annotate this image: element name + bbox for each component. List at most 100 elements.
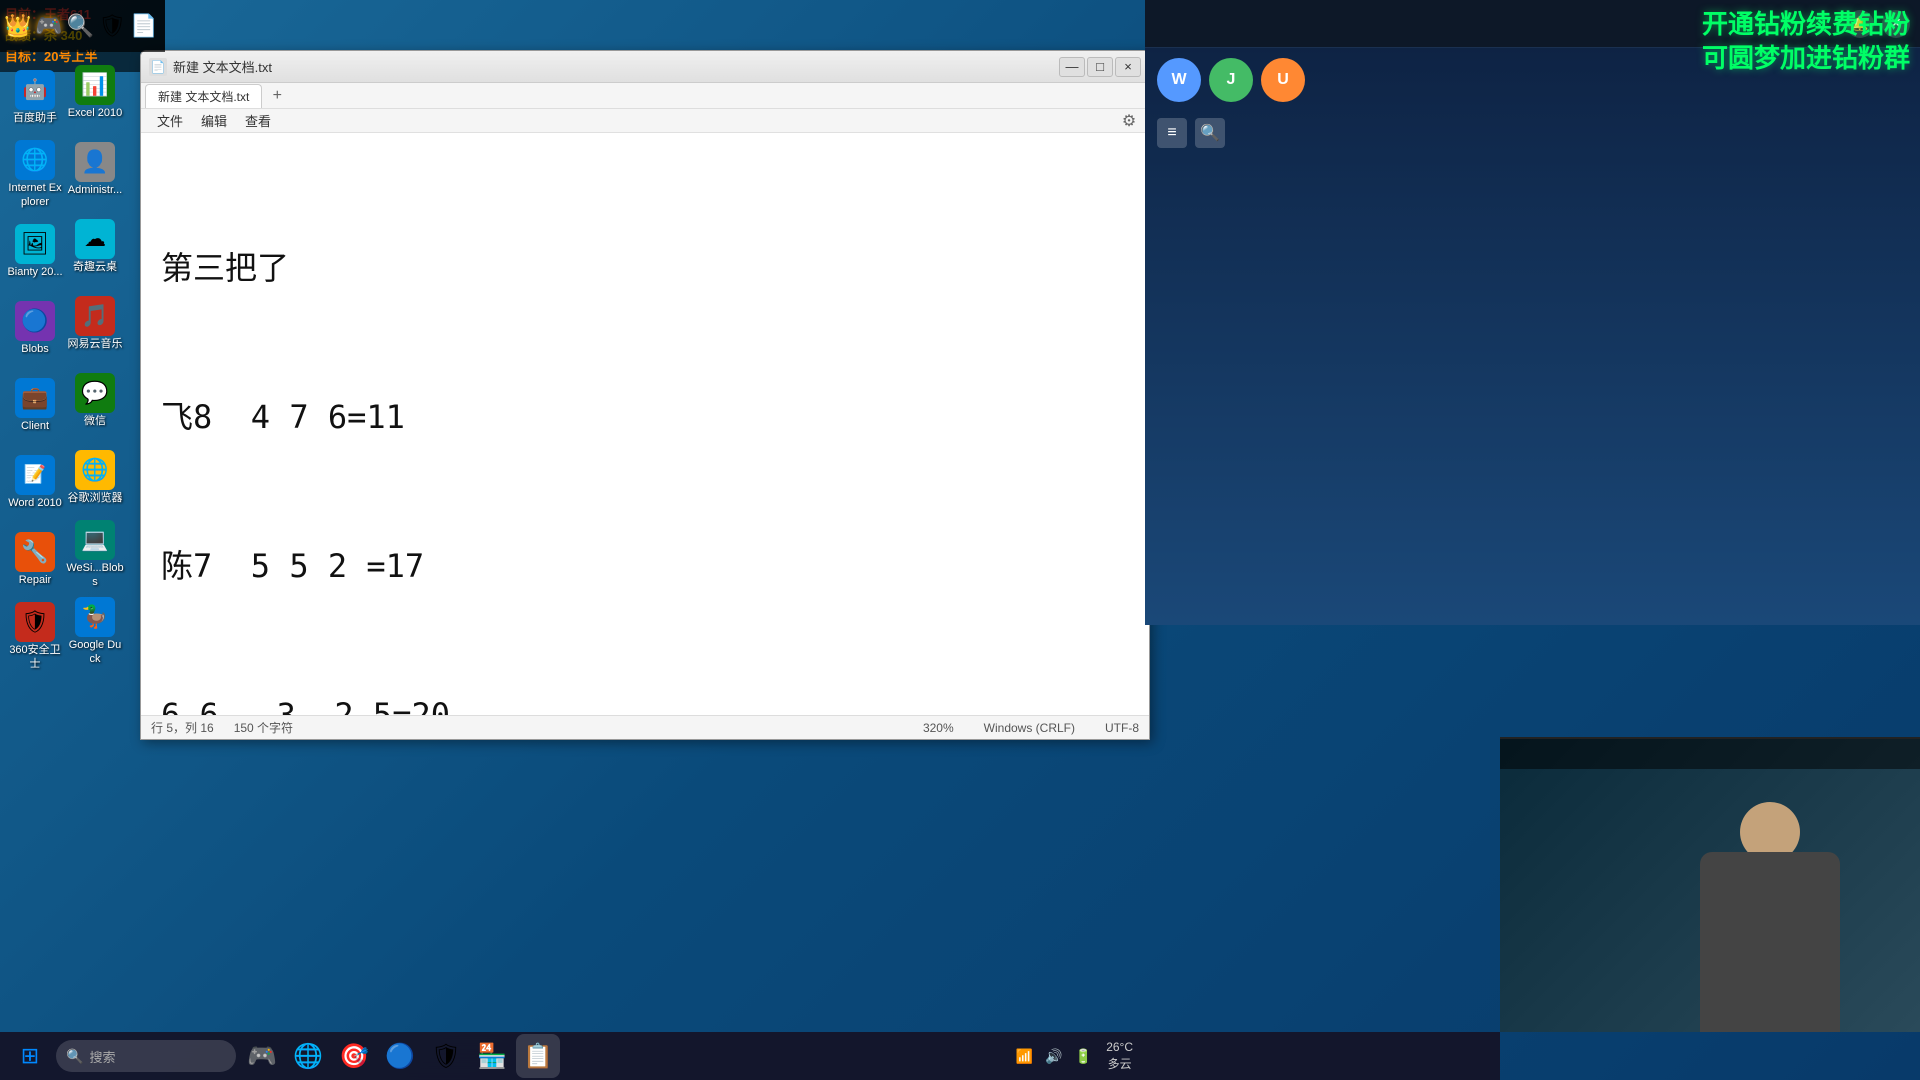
word-label: Word 2010 [8, 497, 62, 510]
desktop-icon-excel[interactable]: 📊 Excel 2010 [65, 55, 125, 130]
desktop-icon-chrome[interactable]: 🌐 谷歌浏览器 [65, 440, 125, 515]
text-line-1: 第三把了 [161, 244, 1129, 294]
desktop-icon-wechat[interactable]: 💬 微信 [65, 363, 125, 438]
taskbar-notepad[interactable]: 📋 [516, 1034, 560, 1078]
notepad-tab-main[interactable]: 新建 文本文档.txt [145, 84, 262, 108]
temperature: 26°C [1106, 1039, 1133, 1056]
game-icon-6[interactable]: 🎮 [35, 13, 62, 39]
avatar-j[interactable]: J [1209, 58, 1253, 102]
avatar-w[interactable]: W [1157, 58, 1201, 102]
desktop-icon-googleduck[interactable]: 🦆 Google Duck [65, 594, 125, 669]
notepad-tab-bar: 新建 文本文档.txt + [141, 83, 1149, 109]
desktop-icon-blobs[interactable]: 🔵 Blobs [5, 291, 65, 366]
search-taskbar-placeholder: 搜索 [89, 1047, 115, 1066]
taskbar-game1[interactable]: 🎮 [240, 1034, 284, 1078]
text-line-2: 飞8 4 7 6=11 [161, 393, 1129, 443]
werun-icon: 💻 [75, 520, 115, 560]
game-icon-search[interactable]: 🔍 [67, 13, 94, 39]
battery-icon[interactable]: 🔋 [1071, 1044, 1096, 1069]
repair-icon: 🔧 [15, 532, 55, 572]
desktop-icon-client[interactable]: 💼 Client [5, 368, 65, 443]
taskbar-middle-right [1145, 1032, 1500, 1080]
notepad-menubar: 文件 编辑 查看 ⚙ [141, 109, 1149, 133]
blobs-label: Blobs [21, 343, 49, 356]
desktop-icon-wangyun[interactable]: 🎵 网易云音乐 [65, 286, 125, 361]
notepad-titlebar: 📄 新建 文本文档.txt — □ × [141, 51, 1149, 83]
360-label: 360安全卫士 [6, 644, 64, 670]
client-icon: 💼 [15, 378, 55, 418]
taskbar-browser-ie[interactable]: 🌐 [286, 1034, 330, 1078]
wifi-icon[interactable]: 📶 [1012, 1044, 1037, 1069]
notepad-title: 新建 文本文档.txt [173, 57, 1059, 76]
promo-text: 开通钻粉续费钻粉 可圆梦加进钻粉群 [1702, 8, 1910, 76]
chrome-taskbar-icon: 🔵 [385, 1042, 415, 1071]
windows-logo-icon: ⊞ [21, 1043, 39, 1069]
desktop-icon-360[interactable]: 🛡 360安全卫士 [5, 599, 65, 674]
admin-label: Administr... [68, 184, 122, 197]
start-button[interactable]: ⊞ [8, 1034, 52, 1078]
desktop-icon-bianty[interactable]: 🖼 Bianty 20... [5, 214, 65, 289]
taskbar-antivirus[interactable]: 🛡 [424, 1034, 468, 1078]
taskbar-store[interactable]: 🏪 [470, 1034, 514, 1078]
chrome-icon: 🌐 [75, 450, 115, 490]
repair-label: Repair [19, 574, 51, 587]
blobs-icon: 🔵 [15, 301, 55, 341]
taskbar-search-bar[interactable]: 🔍 搜索 [56, 1040, 236, 1072]
wechat-icon: 💬 [75, 373, 115, 413]
game-icon-shield[interactable]: 🛡 [98, 13, 126, 39]
chrome-label: 谷歌浏览器 [68, 492, 123, 505]
assistant-label: 百度助手 [13, 112, 57, 125]
desktop-icon-repair[interactable]: 🔧 Repair [5, 522, 65, 597]
status-zoom: 320% [923, 721, 954, 735]
close-button[interactable]: × [1115, 57, 1141, 77]
statusbar-right: 320% Windows (CRLF) UTF-8 [923, 721, 1139, 735]
desktop-icons-col2: 📊 Excel 2010 👤 Administr... ☁ 奇趣云桌 🎵 网易云… [65, 55, 125, 669]
desktop-icon-word[interactable]: 📝 Word 2010 [5, 445, 65, 520]
wangyun-icon: 🎵 [75, 296, 115, 336]
system-clock[interactable]: 26°C 多云 [1102, 1039, 1137, 1073]
ie-label: Internet Explorer [6, 182, 64, 208]
titlebar-controls: — □ × [1059, 57, 1141, 77]
tab-add-button[interactable]: + [266, 85, 288, 107]
assistant-icon: 🤖 [15, 70, 55, 110]
qiyun-icon: ☁ [75, 219, 115, 259]
excel-icon: 📊 [75, 65, 115, 105]
status-position: 行 5，列 16 [151, 719, 214, 736]
top-game-icons: 👑 🎮 🔍 🛡 📄 [0, 0, 165, 52]
volume-icon[interactable]: 🔊 [1041, 1044, 1066, 1069]
notepad-taskbar-icon: 📋 [523, 1042, 553, 1071]
word-icon: 📝 [15, 455, 55, 495]
menu-file[interactable]: 文件 [149, 109, 191, 132]
notepad-window: 📄 新建 文本文档.txt — □ × 新建 文本文档.txt + 文件 编辑 … [140, 50, 1150, 740]
right-panel-actions: ≡ 🔍 [1145, 112, 1920, 154]
desktop-icon-qiyun[interactable]: ☁ 奇趣云桌 [65, 209, 125, 284]
game-icon-crown[interactable]: 👑 [4, 13, 31, 39]
menu-view[interactable]: 查看 [237, 109, 279, 132]
googleduck-label: Google Duck [66, 639, 124, 665]
googleduck-icon: 🦆 [75, 597, 115, 637]
notepad-text-area[interactable]: 第三把了 飞8 4 7 6=11 陈7 5 5 2 =17 6 6 3 2 5=… [141, 133, 1149, 715]
menu-edit[interactable]: 编辑 [193, 109, 235, 132]
desktop-icon-werun[interactable]: 💻 WeSi...Blobs [65, 517, 125, 592]
system-tray: 📶 🔊 🔋 26°C 多云 [1004, 1032, 1145, 1080]
desktop-icon-assistant[interactable]: 🤖 百度助手 [5, 60, 65, 135]
game1-icon: 🎮 [247, 1042, 277, 1071]
avatar-u[interactable]: U [1261, 58, 1305, 102]
game-icon-file[interactable]: 📄 [130, 13, 157, 39]
antivirus-taskbar-icon: 🛡 [431, 1042, 461, 1071]
desktop-icon-ie[interactable]: 🌐 Internet Explorer [5, 137, 65, 212]
status-lineending: Windows (CRLF) [984, 721, 1075, 735]
settings-icon[interactable]: ⚙ [1117, 109, 1141, 133]
store-taskbar-icon: 🏪 [477, 1042, 507, 1071]
qiyun-label: 奇趣云桌 [73, 261, 117, 274]
taskbar-steam[interactable]: 🎯 [332, 1034, 376, 1078]
maximize-button[interactable]: □ [1087, 57, 1113, 77]
desktop-icon-admin[interactable]: 👤 Administr... [65, 132, 125, 207]
search-taskbar-icon: 🔍 [66, 1048, 83, 1065]
bianty-label: Bianty 20... [7, 266, 62, 279]
taskbar-chrome-browser[interactable]: 🔵 [378, 1034, 422, 1078]
minimize-button[interactable]: — [1059, 57, 1085, 77]
search-panel-icon[interactable]: 🔍 [1195, 118, 1225, 148]
person-figure [1680, 772, 1860, 1032]
list-icon[interactable]: ≡ [1157, 118, 1187, 148]
